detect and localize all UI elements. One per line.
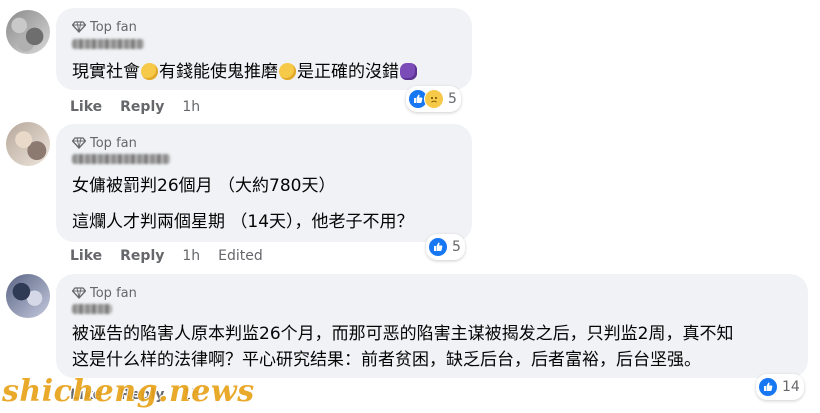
avatar[interactable] [6, 274, 50, 318]
comment-1: Top fan 現實社會 有錢能使鬼推磨 是正確的沒錯 5 Like Reply 1… [0, 0, 820, 120]
comment-actions: Like Reply 1h [70, 98, 200, 116]
author-name-redacted[interactable] [72, 304, 112, 314]
top-fan-badge: Top fan [72, 284, 137, 302]
reaction-count: 14 [782, 379, 800, 395]
like-button[interactable]: Like [70, 248, 102, 264]
smiling-devil-icon [400, 63, 417, 80]
author-name-redacted[interactable] [72, 39, 144, 49]
reply-button[interactable]: Reply [120, 248, 164, 264]
reaction-count: 5 [448, 91, 457, 107]
comment-text-line-2: 这是什么样的法律啊？平心研究结果：前者贫困，缺乏后台，后者富裕，后台坚强。 [72, 350, 701, 370]
badge-label: Top fan [90, 135, 137, 151]
thinking-face-icon [141, 63, 158, 80]
top-fan-badge: Top fan [72, 18, 137, 36]
diamond-icon [72, 21, 86, 33]
comment-text-line-1: 被诬告的陷害人原本判监26个月，而那可恶的陷害主谋被揭发之后，只判监2周，真不知 [72, 324, 734, 344]
badge-label: Top fan [90, 19, 137, 35]
avatar[interactable] [6, 10, 50, 54]
diamond-icon [72, 287, 86, 299]
comment-text-line-1: 女傭被罰判26個月 （大約780天） [72, 176, 336, 196]
reactions-summary[interactable]: 5 [406, 86, 461, 112]
comment-actions: Like Reply 1h Edited [70, 247, 263, 265]
comment-text-line-2: 這爛人才判兩個星期 （14天），他老子不用？ [72, 212, 414, 232]
author-name-redacted[interactable] [72, 154, 170, 164]
sad-icon [424, 89, 444, 109]
top-fan-badge: Top fan [72, 134, 137, 152]
reactions-summary[interactable]: 14 [756, 374, 804, 400]
like-icon [428, 237, 448, 257]
thinking-face-icon [279, 63, 296, 80]
like-button[interactable]: Like [70, 99, 102, 115]
reaction-count: 5 [452, 239, 461, 255]
reactions-summary[interactable]: 5 [426, 234, 465, 260]
like-icon [758, 377, 778, 397]
avatar[interactable] [6, 122, 50, 166]
reply-button[interactable]: Reply [120, 99, 164, 115]
timestamp[interactable]: 1h [182, 248, 200, 264]
timestamp[interactable]: 1h [182, 99, 200, 115]
comment-bubble: Top fan 現實社會 有錢能使鬼推磨 是正確的沒錯 [56, 8, 472, 90]
site-watermark: shicheng.news [2, 374, 255, 409]
comment-text: 現實社會 有錢能使鬼推磨 是正確的沒錯 [72, 60, 418, 84]
diamond-icon [72, 137, 86, 149]
badge-label: Top fan [90, 285, 137, 301]
comment-bubble: Top fan 被诬告的陷害人原本判监26个月，而那可恶的陷害主谋被揭发之后，只… [56, 274, 808, 378]
comment-bubble: Top fan 女傭被罰判26個月 （大約780天） 這爛人才判兩個星期 （14… [56, 124, 472, 242]
edited-label[interactable]: Edited [218, 248, 263, 264]
comment-2: Top fan 女傭被罰判26個月 （大約780天） 這爛人才判兩個星期 （14… [0, 120, 820, 270]
